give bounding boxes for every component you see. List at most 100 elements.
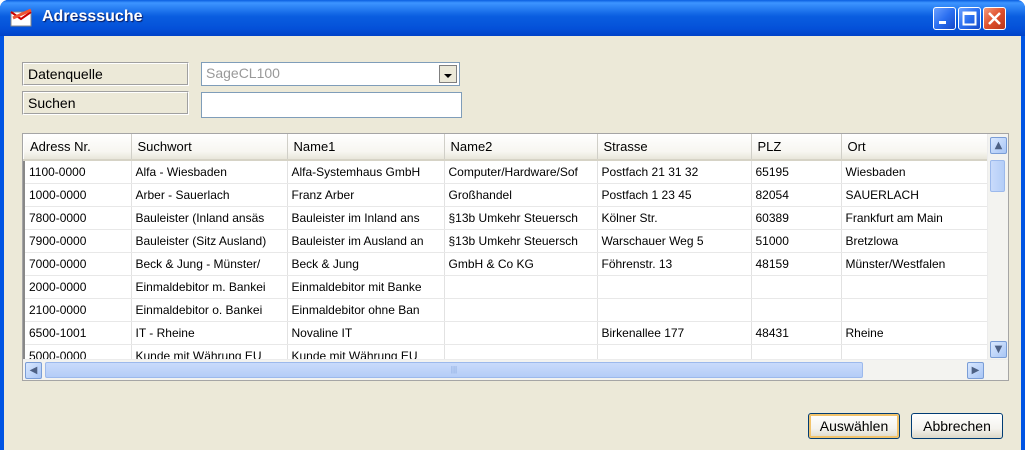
table-cell: Einmaldebitor o. Bankei xyxy=(131,298,288,322)
table-cell: Einmaldebitor m. Bankei xyxy=(131,275,288,299)
table-cell: Beck & Jung - Münster/ xyxy=(131,252,288,276)
address-grid[interactable]: Adress Nr. Suchwort Name1 Name2 Strasse … xyxy=(22,133,1009,381)
table-cell xyxy=(597,298,752,322)
table-row[interactable]: 2100-0000 Einmaldebitor o. Bankei Einmalde… xyxy=(23,298,990,322)
horizontal-scroll-thumb[interactable]: ||| xyxy=(45,362,863,378)
table-cell: SAUERLACH xyxy=(841,183,990,207)
table-cell: Franz Arber xyxy=(287,183,445,207)
table-cell: 82054 xyxy=(751,183,842,207)
table-cell: Birkenallee 177 xyxy=(597,321,752,345)
column-header[interactable]: Strasse xyxy=(597,134,752,161)
table-row[interactable]: 1100-0000 Alfa - Wiesbaden Alfa-Systemhaus… xyxy=(23,160,990,184)
table-cell: Beck & Jung xyxy=(287,252,445,276)
table-cell: Frankfurt am Main xyxy=(841,206,990,230)
column-header[interactable]: Name1 xyxy=(287,134,445,161)
table-cell: Computer/Hardware/Sof xyxy=(444,160,598,184)
datenquelle-label: Datenquelle xyxy=(23,63,188,85)
table-cell: 60389 xyxy=(751,206,842,230)
table-row[interactable]: 6500-1001 IT - Rheine Novaline IT Birkenall… xyxy=(23,321,990,345)
cancel-button-label: Abbrechen xyxy=(923,418,991,434)
table-cell: Münster/Westfalen xyxy=(841,252,990,276)
column-header[interactable]: Ort xyxy=(841,134,990,161)
column-header[interactable]: PLZ xyxy=(751,134,842,161)
title-bar[interactable]: Adresssuche xyxy=(0,0,1025,36)
chevron-up-icon: ▲ xyxy=(994,140,1003,151)
table-cell: GmbH & Co KG xyxy=(444,252,598,276)
address-table: Adress Nr. Suchwort Name1 Name2 Strasse … xyxy=(23,134,990,368)
table-cell: Postfach 21 31 32 xyxy=(597,160,752,184)
table-cell: 6500-1001 xyxy=(23,321,132,345)
table-row[interactable]: 7800-0000 Bauleister (Inland ansäs Bauleis… xyxy=(23,206,990,230)
table-cell: 1000-0000 xyxy=(23,183,132,207)
chevron-down-icon: ▼ xyxy=(994,344,1003,355)
table-cell xyxy=(841,275,990,299)
datenquelle-value: SageCL100 xyxy=(206,65,280,81)
table-cell: Wiesbaden xyxy=(841,160,990,184)
table-row[interactable]: 1000-0000 Arber - Sauerlach Franz Arber Gro… xyxy=(23,183,990,207)
table-cell: Novaline IT xyxy=(287,321,445,345)
maximize-icon xyxy=(962,11,977,26)
table-cell xyxy=(597,275,752,299)
vertical-scroll-thumb[interactable] xyxy=(990,160,1005,192)
suchen-label-box: Suchen xyxy=(22,91,189,115)
minimize-button[interactable] xyxy=(933,7,956,30)
table-cell: Alfa - Wiesbaden xyxy=(131,160,288,184)
maximize-button[interactable] xyxy=(958,7,981,30)
table-cell: 51000 xyxy=(751,229,842,253)
table-cell: 1100-0000 xyxy=(23,160,132,184)
table-cell xyxy=(444,321,598,345)
table-cell xyxy=(751,298,842,322)
chevron-left-icon: ◀ xyxy=(29,365,38,376)
search-input[interactable] xyxy=(201,92,462,118)
horizontal-scrollbar[interactable]: ◀ ||| ▶ xyxy=(23,359,1008,380)
table-cell xyxy=(841,298,990,322)
table-cell: Rheine xyxy=(841,321,990,345)
adresssuche-app-icon xyxy=(10,8,32,27)
table-header-row: Adress Nr. Suchwort Name1 Name2 Strasse … xyxy=(24,134,990,161)
minimize-icon xyxy=(939,21,946,24)
select-button[interactable]: Auswählen xyxy=(808,413,900,439)
table-cell: 7800-0000 xyxy=(23,206,132,230)
column-header[interactable]: Suchwort xyxy=(131,134,288,161)
table-cell: IT - Rheine xyxy=(131,321,288,345)
table-cell: Warschauer Weg 5 xyxy=(597,229,752,253)
column-header[interactable]: Adress Nr. xyxy=(24,134,132,161)
table-cell: Einmaldebitor ohne Ban xyxy=(287,298,445,322)
table-cell: Alfa-Systemhaus GmbH xyxy=(287,160,445,184)
table-cell: Einmaldebitor mit Banke xyxy=(287,275,445,299)
table-cell: 7900-0000 xyxy=(23,229,132,253)
chevron-down-icon xyxy=(444,74,452,78)
close-icon xyxy=(988,12,1001,25)
table-row[interactable]: 2000-0000 Einmaldebitor m. Bankei Einmalde… xyxy=(23,275,990,299)
table-cell: §13b Umkehr Steuersch xyxy=(444,229,598,253)
vertical-scrollbar[interactable]: ▲ ▼ xyxy=(987,134,1008,360)
datenquelle-combo[interactable]: SageCL100 xyxy=(201,62,460,86)
suchen-label: Suchen xyxy=(23,92,188,114)
table-cell: 65195 xyxy=(751,160,842,184)
table-cell: Postfach 1 23 45 xyxy=(597,183,752,207)
table-row[interactable]: 7000-0000 Beck & Jung - Münster/Beck & Ju… xyxy=(23,252,990,276)
table-cell: Bauleister (Sitz Ausland) xyxy=(131,229,288,253)
table-cell: 2100-0000 xyxy=(23,298,132,322)
combo-dropdown-button[interactable] xyxy=(439,65,457,83)
datenquelle-label-box: Datenquelle xyxy=(22,62,189,86)
window-title: Adresssuche xyxy=(42,8,143,25)
close-button[interactable] xyxy=(983,7,1006,30)
table-cell: Bretzlowa xyxy=(841,229,990,253)
table-cell: Föhrenstr. 13 xyxy=(597,252,752,276)
column-header[interactable]: Name2 xyxy=(444,134,598,161)
scroll-right-button[interactable]: ▶ xyxy=(967,362,984,379)
table-cell: 48159 xyxy=(751,252,842,276)
scroll-left-button[interactable]: ◀ xyxy=(25,362,42,379)
cancel-button[interactable]: Abbrechen xyxy=(911,413,1003,439)
table-cell: Bauleister im Inland ans xyxy=(287,206,445,230)
table-cell: 2000-0000 xyxy=(23,275,132,299)
table-cell xyxy=(444,275,598,299)
scroll-up-button[interactable]: ▲ xyxy=(990,137,1007,154)
table-cell: Bauleister im Ausland an xyxy=(287,229,445,253)
scroll-down-button[interactable]: ▼ xyxy=(990,341,1007,358)
table-cell: Bauleister (Inland ansäs xyxy=(131,206,288,230)
table-cell xyxy=(751,275,842,299)
table-cell: Kölner Str. xyxy=(597,206,752,230)
table-row[interactable]: 7900-0000 Bauleister (Sitz Ausland) Baulei… xyxy=(23,229,990,253)
